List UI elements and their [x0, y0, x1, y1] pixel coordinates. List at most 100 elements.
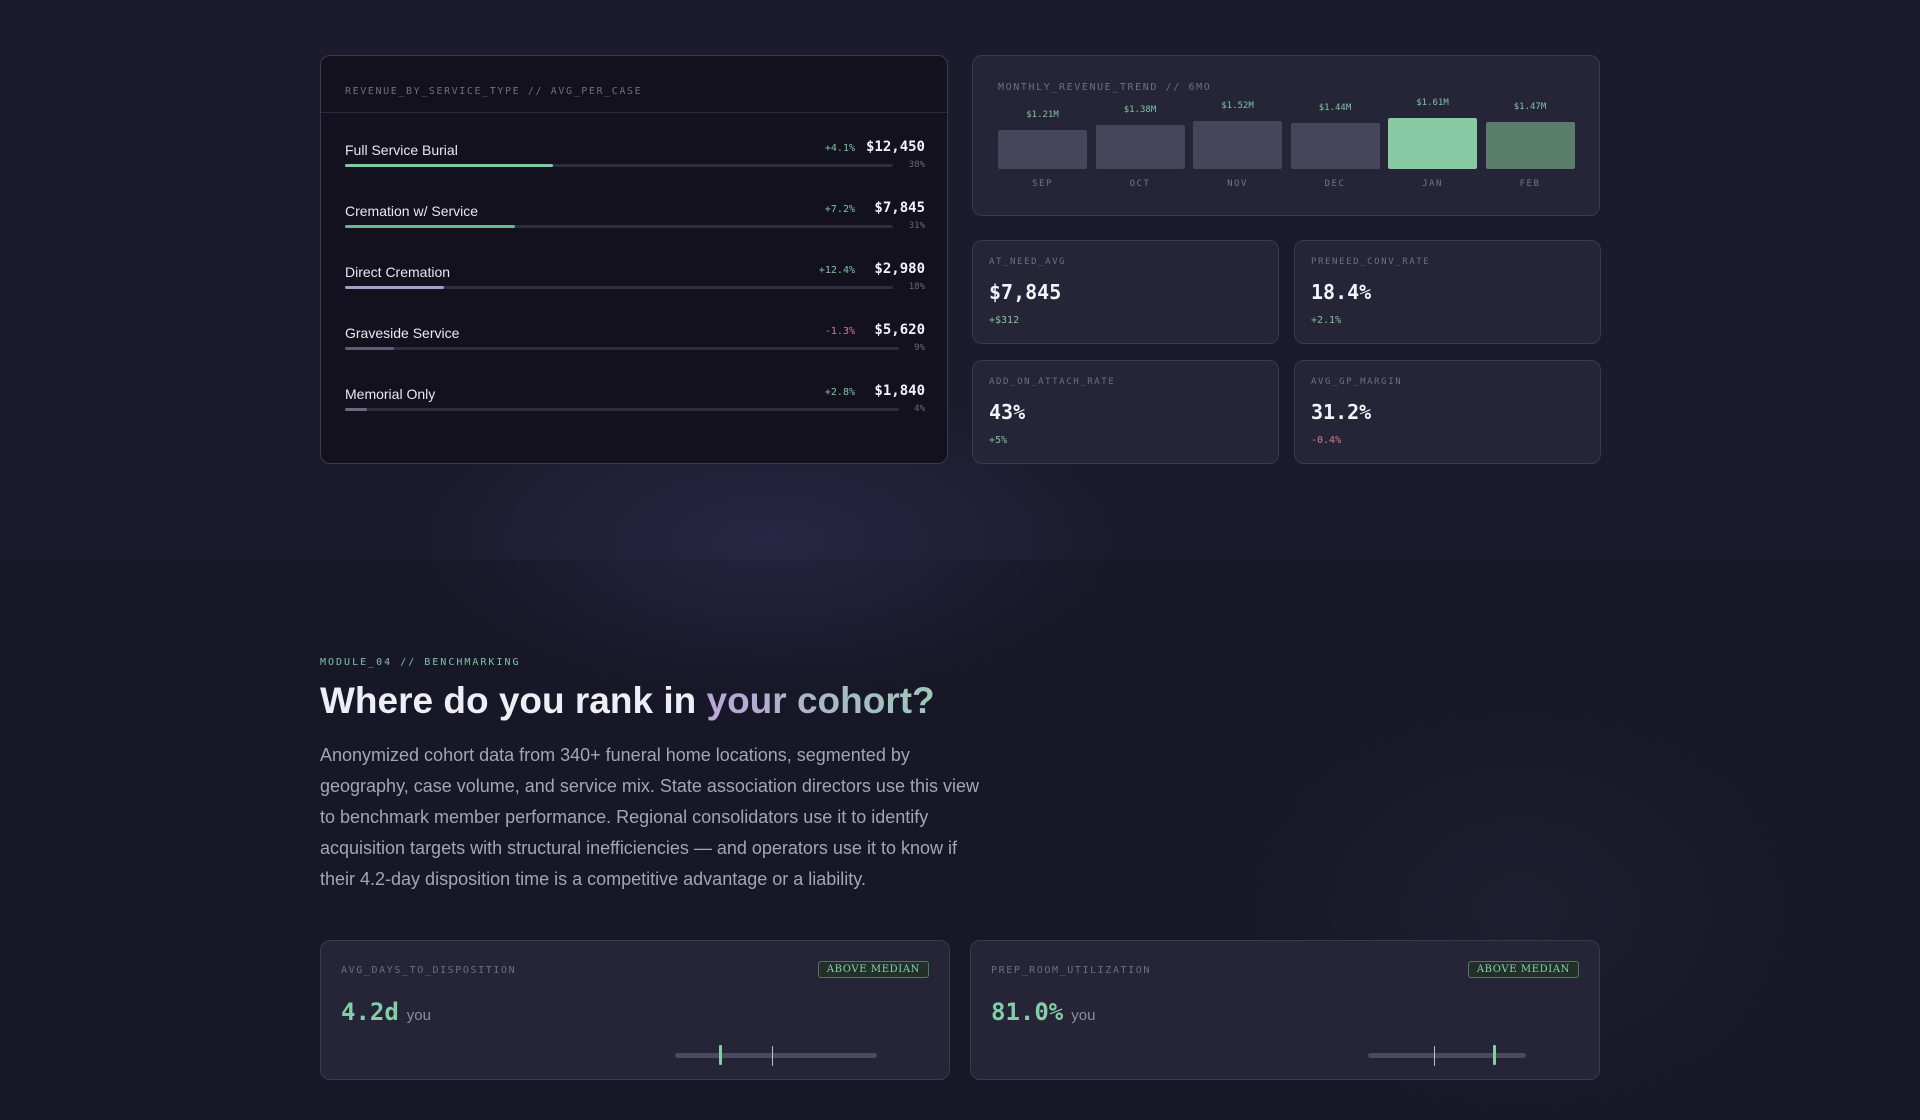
- kpi-delta: +$312: [989, 315, 1020, 326]
- bar-column: $1.47M FEB: [1485, 56, 1575, 216]
- bar-month-label: FEB: [1519, 179, 1541, 189]
- revenue-bar: [1095, 124, 1185, 169]
- median-marker: [1434, 1046, 1436, 1066]
- benchmark-number: 4.2d: [341, 998, 399, 1026]
- kpi-card-add-on-attach-rate: ADD_ON_ATTACH_RATE 43% +5%: [972, 360, 1279, 464]
- share-bar-track: [345, 164, 893, 167]
- median-marker: [771, 1046, 773, 1066]
- kpi-card-avg-gp-margin: AVG_GP_MARGIN 31.2% -0.4%: [1294, 360, 1601, 464]
- share-bar-fill: [345, 164, 553, 167]
- kpi-value: 31.2%: [1311, 400, 1372, 424]
- bar-month-label: NOV: [1227, 179, 1248, 189]
- share-bar-track: [345, 408, 899, 411]
- status-badge: ABOVE MEDIAN: [817, 961, 929, 978]
- service-share: 38%: [908, 160, 925, 170]
- bar-column: $1.44M DEC: [1290, 56, 1380, 216]
- bar-value-label: $1.52M: [1221, 100, 1254, 111]
- kpi-label: PRENEED_CONV_RATE: [1311, 257, 1431, 267]
- bar-column: $1.61M JAN: [1388, 56, 1477, 216]
- revenue-by-service-card: REVENUE_BY_SERVICE_TYPE // AVG_PER_CASE …: [320, 55, 948, 464]
- share-bar-fill: [345, 286, 444, 289]
- heading-main: Where do you rank in: [320, 680, 707, 721]
- kpi-value: 18.4%: [1311, 280, 1372, 304]
- service-change: +4.1%: [824, 143, 855, 154]
- you-label: you: [1071, 1007, 1096, 1024]
- share-bar-track: [345, 347, 899, 350]
- card-header: REVENUE_BY_SERVICE_TYPE // AVG_PER_CASE: [321, 56, 947, 113]
- benchmark-label: AVG_DAYS_TO_DISPOSITION: [341, 965, 517, 976]
- bar-month-label: DEC: [1324, 179, 1346, 189]
- status-badge: ABOVE MEDIAN: [1467, 961, 1579, 978]
- service-share: 18%: [908, 282, 925, 292]
- heading-accent: your cohort?: [706, 680, 935, 721]
- kpi-value: 43%: [989, 400, 1026, 424]
- bar-value-label: $1.38M: [1123, 104, 1157, 115]
- bar-column: $1.38M OCT: [1095, 56, 1185, 216]
- service-price: $7,845: [874, 200, 925, 216]
- bar-column: $1.52M NOV: [1193, 56, 1282, 216]
- service-change: -1.3%: [824, 326, 855, 337]
- bar-month-label: OCT: [1129, 179, 1151, 189]
- service-change: +2.8%: [824, 387, 855, 398]
- service-price: $1,840: [874, 383, 925, 399]
- service-share: 31%: [908, 221, 925, 231]
- service-price: $12,450: [865, 139, 925, 155]
- monthly-revenue-trend-card: MONTHLY_REVENUE_TREND // 6MO $1.21M SEP $1…: [972, 55, 1600, 216]
- revenue-bar: [998, 130, 1087, 169]
- benchmark-card-days-to-disposition: AVG_DAYS_TO_DISPOSITION ABOVE MEDIAN 4.2…: [320, 940, 950, 1080]
- kpi-label: ADD_ON_ATTACH_RATE: [989, 377, 1116, 387]
- service-row: Graveside Service -1.3% $5,620 9%: [345, 319, 925, 369]
- kpi-delta: -0.4%: [1311, 435, 1342, 446]
- service-share: 4%: [914, 404, 925, 414]
- share-bar-track: [345, 286, 893, 289]
- kpi-value: $7,845: [989, 280, 1062, 304]
- cohort-range-track: [1368, 1045, 1526, 1066]
- you-label: you: [406, 1007, 431, 1024]
- kpi-delta: +5%: [989, 435, 1008, 446]
- service-name: Cremation w/ Service: [345, 203, 479, 219]
- bar-value-label: $1.61M: [1416, 98, 1449, 108]
- cohort-range-track: [675, 1045, 877, 1066]
- service-change: +7.2%: [824, 204, 855, 215]
- kpi-delta: +2.1%: [1311, 315, 1342, 326]
- revenue-bar: [1388, 118, 1477, 169]
- kpi-label: AVG_GP_MARGIN: [1311, 377, 1403, 387]
- share-bar-fill: [345, 347, 395, 350]
- you-marker: [1492, 1045, 1496, 1065]
- bar-value-label: $1.44M: [1318, 103, 1352, 114]
- kpi-card-preneed-conv-rate: PRENEED_CONV_RATE 18.4% +2.1%: [1294, 240, 1601, 344]
- bar-month-label: SEP: [1032, 179, 1053, 189]
- share-bar-track: [345, 225, 893, 228]
- service-row: Full Service Burial +4.1% $12,450 38%: [345, 136, 925, 186]
- share-bar-fill: [345, 408, 367, 411]
- benchmark-number: 81.0%: [991, 998, 1064, 1026]
- service-price: $5,620: [874, 322, 925, 338]
- bar-value-label: $1.21M: [1026, 110, 1059, 120]
- bar-month-label: JAN: [1422, 179, 1443, 189]
- service-change: +12.4%: [818, 265, 855, 276]
- revenue-bar: [1485, 122, 1575, 169]
- service-row: Direct Cremation +12.4% $2,980 18%: [345, 258, 925, 308]
- benchmark-value: 4.2d you: [341, 998, 431, 1026]
- bar-value-label: $1.47M: [1513, 102, 1547, 113]
- revenue-bar: [1193, 120, 1282, 169]
- service-row: Cremation w/ Service +7.2% $7,845 31%: [345, 197, 925, 247]
- service-share: 9%: [914, 343, 925, 353]
- service-name: Graveside Service: [345, 325, 460, 341]
- service-price: $2,980: [874, 261, 925, 277]
- section-heading: Where do you rank in your cohort?: [320, 680, 935, 722]
- kpi-label: AT_NEED_AVG: [989, 257, 1067, 267]
- share-bar-fill: [345, 225, 515, 228]
- benchmark-card-prep-room-utilization: PREP_ROOM_UTILIZATION ABOVE MEDIAN 81.0%…: [970, 940, 1600, 1080]
- service-name: Direct Cremation: [345, 264, 451, 280]
- module-tag: MODULE_04 // BENCHMARKING: [320, 657, 521, 668]
- section-description: Anonymized cohort data from 340+ funeral…: [320, 745, 979, 889]
- service-name: Full Service Burial: [345, 142, 458, 158]
- kpi-card-at-need-avg: AT_NEED_AVG $7,845 +$312: [972, 240, 1279, 344]
- service-name: Memorial Only: [345, 386, 436, 402]
- you-marker: [719, 1045, 723, 1065]
- bar-column: $1.21M SEP: [998, 56, 1087, 216]
- card-caption: REVENUE_BY_SERVICE_TYPE // AVG_PER_CASE: [345, 86, 643, 97]
- revenue-bar: [1290, 123, 1380, 169]
- service-row: Memorial Only +2.8% $1,840 4%: [345, 380, 925, 430]
